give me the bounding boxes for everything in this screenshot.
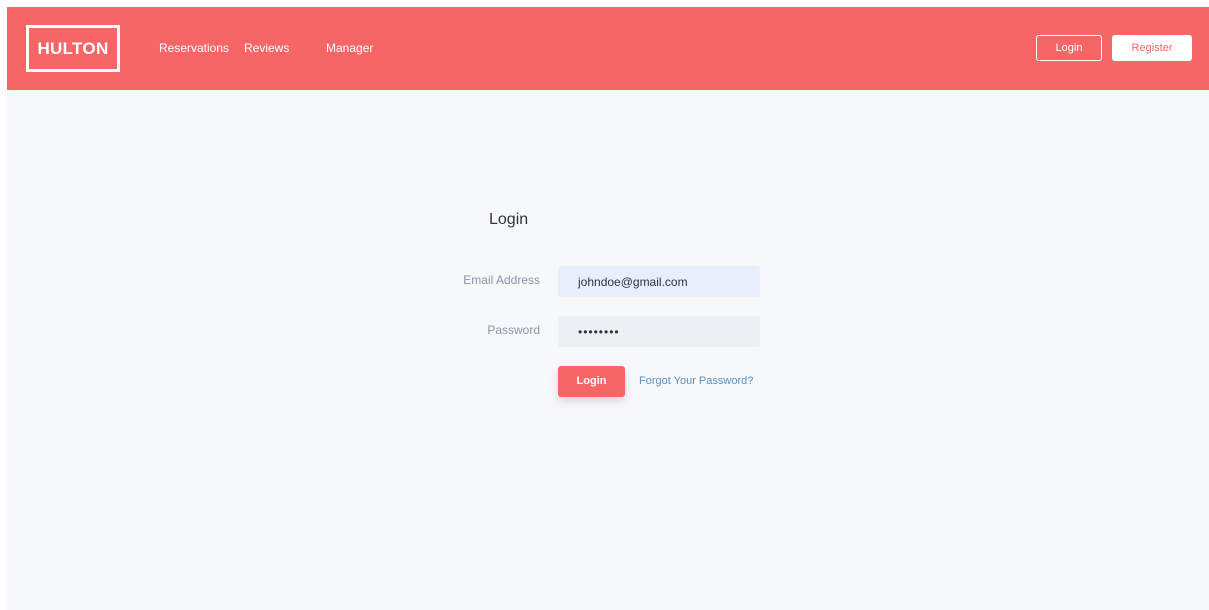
navbar-register-button[interactable]: Register — [1112, 35, 1192, 61]
email-label: Email Address — [463, 273, 540, 287]
login-title: Login — [489, 211, 529, 228]
password-field[interactable] — [558, 316, 760, 347]
nav-link-reviews[interactable]: Reviews — [244, 41, 289, 55]
email-field[interactable] — [558, 266, 760, 297]
password-label: Password — [487, 323, 540, 337]
forgot-password-link[interactable]: Forgot Your Password? — [639, 375, 753, 387]
login-submit-button[interactable]: Login — [558, 366, 625, 397]
brand-logo[interactable]: HULTON — [26, 25, 120, 72]
nav-link-manager[interactable]: Manager — [326, 41, 373, 55]
navbar: HULTON Reservations Reviews Manager Logi… — [7, 7, 1209, 90]
navbar-login-button[interactable]: Login — [1036, 35, 1102, 61]
app-frame: HULTON Reservations Reviews Manager Logi… — [7, 7, 1209, 610]
nav-link-reservations[interactable]: Reservations — [159, 41, 229, 55]
